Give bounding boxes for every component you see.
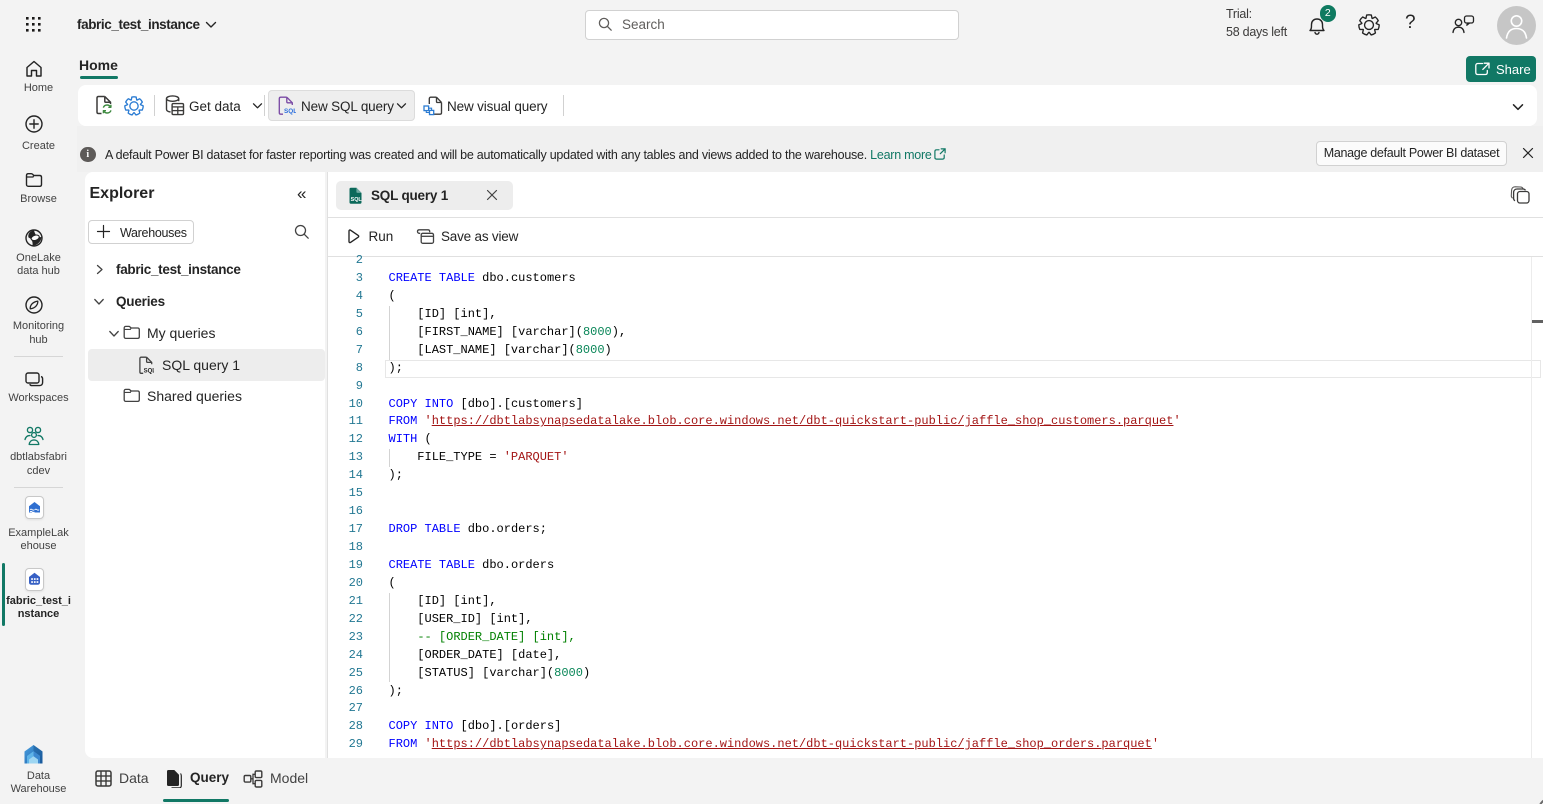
svg-text:SQL: SQL	[351, 197, 363, 203]
svg-text:SQL: SQL	[144, 368, 154, 374]
svg-text:SQL: SQL	[284, 108, 296, 115]
